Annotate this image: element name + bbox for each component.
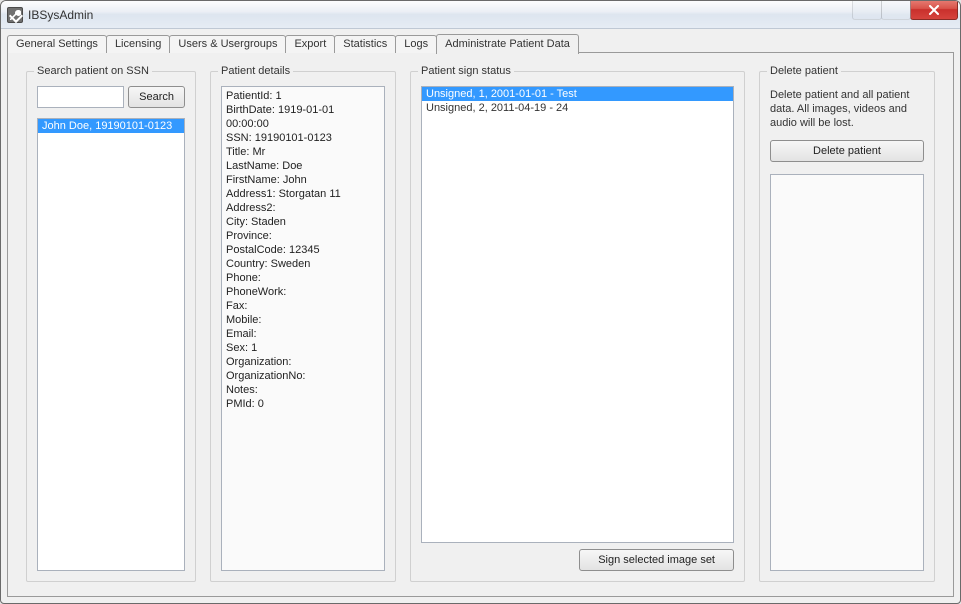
minimize-button[interactable] — [852, 0, 882, 20]
delete-log-panel[interactable] — [770, 174, 924, 571]
group-search-patient: Search patient on SSN Search John Doe, 1… — [26, 71, 196, 582]
group-sign-status: Patient sign status Unsigned, 1, 2001-01… — [410, 71, 745, 582]
group-sign-status-label: Patient sign status — [418, 65, 514, 77]
window-title: IBSysAdmin — [28, 8, 956, 22]
maximize-button[interactable] — [881, 0, 911, 20]
group-delete-label: Delete patient — [767, 65, 841, 77]
tab-export[interactable]: Export — [285, 35, 335, 53]
tab-general-settings[interactable]: General Settings — [7, 35, 107, 53]
sign-status-item[interactable]: Unsigned, 1, 2001-01-01 - Test — [422, 87, 733, 101]
app-window: Backup Manager IBSysAdmin General Settin… — [0, 0, 961, 604]
columns: Search patient on SSN Search John Doe, 1… — [26, 71, 935, 582]
group-search-label: Search patient on SSN — [34, 65, 152, 77]
titlebar: IBSysAdmin — [1, 1, 960, 29]
search-result-item[interactable]: John Doe, 19190101-0123 — [38, 119, 184, 133]
app-icon — [7, 7, 23, 23]
search-results-list[interactable]: John Doe, 19190101-0123 — [37, 118, 185, 571]
group-delete-patient: Delete patient Delete patient and all pa… — [759, 71, 935, 582]
tab-licensing[interactable]: Licensing — [106, 35, 170, 53]
window-buttons — [853, 0, 958, 20]
delete-patient-button[interactable]: Delete patient — [770, 140, 924, 162]
tab-administrate-patient-data[interactable]: Administrate Patient Data — [436, 34, 579, 54]
tabpanel: Search patient on SSN Search John Doe, 1… — [7, 52, 954, 597]
patient-details-text[interactable]: PatientId: 1 BirthDate: 1919-01-01 00:00… — [221, 86, 385, 571]
client-area: General Settings Licensing Users & Userg… — [7, 33, 954, 597]
search-ssn-input[interactable] — [37, 86, 124, 108]
sign-status-item[interactable]: Unsigned, 2, 2011-04-19 - 24 — [422, 101, 733, 115]
close-button[interactable] — [910, 0, 958, 20]
sign-status-list[interactable]: Unsigned, 1, 2001-01-01 - Test Unsigned,… — [421, 86, 734, 543]
tab-users-usergroups[interactable]: Users & Usergroups — [169, 35, 286, 53]
delete-description: Delete patient and all patient data. All… — [770, 88, 924, 130]
tabstrip: General Settings Licensing Users & Userg… — [7, 33, 954, 53]
group-patient-details: Patient details PatientId: 1 BirthDate: … — [210, 71, 396, 582]
close-icon — [928, 5, 940, 15]
sign-selected-button[interactable]: Sign selected image set — [579, 549, 734, 571]
group-patient-details-label: Patient details — [218, 65, 293, 77]
tab-logs[interactable]: Logs — [395, 35, 437, 53]
tab-statistics[interactable]: Statistics — [334, 35, 396, 53]
search-button[interactable]: Search — [128, 86, 185, 108]
